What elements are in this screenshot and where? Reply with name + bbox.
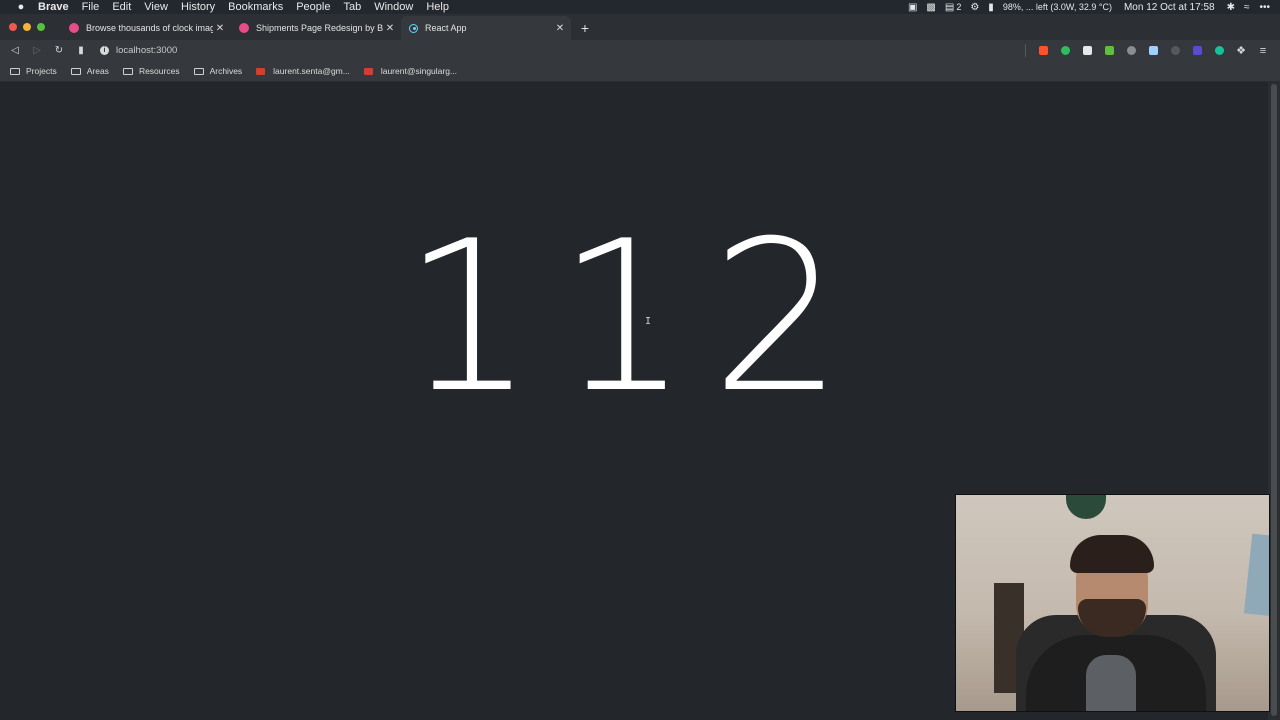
menu-app-brave[interactable]: Brave bbox=[38, 1, 69, 13]
menu-history[interactable]: History bbox=[181, 1, 215, 13]
bookmark-label: Archives bbox=[209, 66, 243, 76]
more-icon[interactable]: ••• bbox=[1259, 2, 1270, 13]
tab-browse-clock-images[interactable]: Browse thousands of clock imag ✕ bbox=[61, 16, 231, 40]
status-area: ▣ ▩ ▤ 2 ⚙ ▮ 98%, ... left (3.0W, 32.9 °C… bbox=[899, 0, 1280, 14]
screen-record-icon[interactable]: ▩ bbox=[926, 2, 935, 13]
menu-help[interactable]: Help bbox=[426, 1, 449, 13]
bookmark-label: laurent.senta@gm... bbox=[273, 66, 350, 76]
folder-icon bbox=[10, 67, 20, 75]
off-badge-icon[interactable] bbox=[1186, 40, 1208, 61]
wifi-icon[interactable]: ≈ bbox=[1244, 2, 1250, 13]
evernote-icon[interactable] bbox=[1054, 40, 1076, 61]
close-window-button[interactable] bbox=[9, 23, 17, 31]
instapaper-icon[interactable] bbox=[1076, 40, 1098, 61]
gmail-icon bbox=[363, 67, 373, 75]
forward-button[interactable]: ▷ bbox=[26, 40, 48, 61]
bluetooth-icon[interactable]: ✱ bbox=[1227, 2, 1235, 13]
lamp-shape bbox=[1066, 495, 1106, 519]
tab-shipments-redesign[interactable]: Shipments Page Redesign by Be ✕ bbox=[231, 16, 401, 40]
menu-file[interactable]: File bbox=[82, 1, 100, 13]
status-count-icon[interactable]: ▤ bbox=[945, 2, 954, 13]
vpn-shield-icon[interactable] bbox=[1142, 40, 1164, 61]
person-shirt-shape bbox=[1086, 655, 1136, 711]
bookmark-label: Areas bbox=[86, 66, 109, 76]
disabled-extension-icon[interactable] bbox=[1164, 40, 1186, 61]
extensions-puzzle-icon[interactable]: ❖ bbox=[1230, 40, 1252, 61]
clock[interactable]: Mon 12 Oct at 17:58 bbox=[1124, 2, 1215, 13]
webcam-overlay bbox=[955, 494, 1270, 712]
wall-board-shape bbox=[1243, 533, 1269, 617]
dribbble-icon bbox=[69, 23, 79, 33]
menu-view[interactable]: View bbox=[144, 1, 168, 13]
bookmark-label: laurent@singularg... bbox=[380, 66, 458, 76]
scrollbar-thumb[interactable] bbox=[1271, 84, 1277, 716]
react-icon bbox=[409, 23, 418, 33]
bookmark-gmail-senta[interactable]: laurent.senta@gm... bbox=[256, 66, 350, 76]
eyedropper-icon[interactable] bbox=[1098, 40, 1120, 61]
close-tab-icon[interactable]: ✕ bbox=[383, 23, 397, 34]
menu-tab[interactable]: Tab bbox=[343, 1, 361, 13]
zoom-window-button[interactable] bbox=[37, 23, 45, 31]
browser-menu-icon[interactable]: ≡ bbox=[1252, 40, 1274, 61]
site-info-icon[interactable]: i bbox=[100, 46, 109, 55]
toolbar-separator bbox=[1025, 44, 1026, 57]
reload-button[interactable]: ↻ bbox=[48, 40, 70, 61]
grammarly-icon[interactable] bbox=[1208, 40, 1230, 61]
back-button[interactable]: ◁ bbox=[4, 40, 26, 61]
battery-status[interactable]: 98%, ... left (3.0W, 32.9 °C) bbox=[1003, 2, 1112, 12]
dribbble-icon bbox=[239, 23, 249, 33]
bookmark-resources[interactable]: Resources bbox=[122, 66, 180, 76]
tab-react-app[interactable]: React App ✕ bbox=[401, 16, 571, 40]
folder-icon bbox=[193, 67, 204, 75]
robot-icon[interactable]: ⚙ bbox=[970, 2, 979, 13]
menu-people[interactable]: People bbox=[296, 1, 330, 13]
battery-icon[interactable]: ▮ bbox=[988, 2, 994, 13]
new-tab-button[interactable]: + bbox=[575, 16, 595, 40]
counter-display: 112 bbox=[402, 197, 866, 439]
close-tab-icon[interactable]: ✕ bbox=[553, 23, 567, 34]
bookmark-projects[interactable]: Projects bbox=[10, 66, 57, 76]
bookmark-areas[interactable]: Areas bbox=[70, 66, 109, 76]
tab-title: Browse thousands of clock imag bbox=[86, 23, 213, 33]
text-cursor-icon: I bbox=[645, 316, 652, 327]
bookmarks-bar: Projects Areas Resources Archives lauren… bbox=[0, 61, 1280, 82]
close-tab-icon[interactable]: ✕ bbox=[213, 23, 227, 34]
apple-icon[interactable]: ● bbox=[14, 1, 28, 13]
folder-icon bbox=[122, 67, 133, 75]
browser-toolbar: ◁ ▷ ↻ ▮ i localhost:3000 ❖ ≡ bbox=[0, 40, 1280, 61]
tab-title: React App bbox=[425, 23, 467, 33]
minimize-window-button[interactable] bbox=[23, 23, 31, 31]
window-controls bbox=[9, 14, 51, 40]
brave-shields-icon[interactable] bbox=[1032, 40, 1054, 61]
address-bar[interactable]: i localhost:3000 bbox=[100, 40, 1025, 61]
bookmark-gmail-singularg[interactable]: laurent@singularg... bbox=[363, 66, 458, 76]
tab-title: Shipments Page Redesign by Be bbox=[256, 23, 383, 33]
url-text[interactable]: localhost:3000 bbox=[116, 45, 177, 56]
notification-icon[interactable]: ▣ bbox=[908, 2, 917, 13]
extensions-area: ❖ ≡ bbox=[1025, 40, 1280, 61]
person-hair-shape bbox=[1070, 535, 1154, 573]
menu-window[interactable]: Window bbox=[374, 1, 413, 13]
folder-icon bbox=[70, 67, 81, 75]
menu-bar: ● Brave File Edit View History Bookmarks… bbox=[0, 0, 1280, 14]
bookmark-archives[interactable]: Archives bbox=[193, 66, 243, 76]
record-icon[interactable] bbox=[1120, 40, 1142, 61]
bookmark-page-button[interactable]: ▮ bbox=[70, 40, 92, 61]
tab-strip: Browse thousands of clock imag ✕ Shipmen… bbox=[0, 14, 1280, 40]
bookmark-label: Resources bbox=[138, 66, 180, 76]
status-count: 2 bbox=[956, 2, 962, 12]
menu-bookmarks[interactable]: Bookmarks bbox=[228, 1, 283, 13]
menu-edit[interactable]: Edit bbox=[112, 1, 131, 13]
gmail-icon bbox=[256, 67, 266, 75]
bookmark-label: Projects bbox=[26, 66, 57, 76]
